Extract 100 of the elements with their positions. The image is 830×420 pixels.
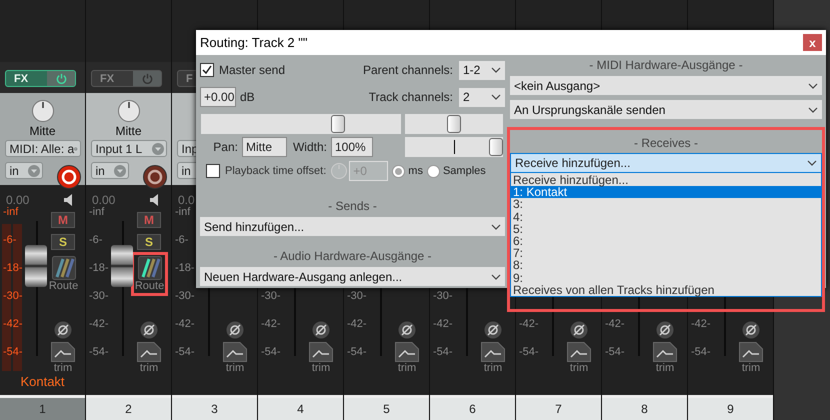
checkbox[interactable] bbox=[200, 63, 214, 77]
dropdown-option[interactable]: 3: bbox=[511, 198, 821, 211]
trim-label: trim bbox=[140, 362, 158, 374]
dropdown-option[interactable]: 9: bbox=[511, 272, 821, 284]
phase-icon[interactable] bbox=[54, 321, 72, 339]
track-number[interactable]: 3 bbox=[172, 395, 257, 420]
scale-label: -54- bbox=[690, 345, 711, 359]
midi-output-dropdown[interactable]: <kein Ausgang> bbox=[510, 76, 822, 95]
scale-label: -42- bbox=[690, 317, 711, 331]
scale-label: -18- bbox=[2, 261, 23, 275]
close-button[interactable]: x bbox=[803, 34, 822, 51]
track-number[interactable]: 9 bbox=[688, 395, 773, 420]
section-heading: - Sends - bbox=[328, 199, 377, 213]
envelope-icon[interactable] bbox=[481, 342, 505, 362]
scale-label: -6- bbox=[174, 233, 188, 247]
caret-icon bbox=[28, 164, 40, 176]
input-dropdown[interactable]: Input 1 L bbox=[90, 140, 166, 157]
envelope-icon[interactable] bbox=[309, 342, 333, 362]
phase-icon[interactable] bbox=[570, 321, 588, 339]
track-number[interactable]: 7 bbox=[516, 395, 601, 420]
receive-dropdown[interactable]: Receive hinzufügen... bbox=[510, 153, 822, 173]
trim-label: trim bbox=[398, 362, 416, 374]
input-dropdown[interactable]: MIDI: Alle: a bbox=[4, 140, 80, 157]
track-number[interactable]: 4 bbox=[258, 395, 343, 420]
track-number[interactable]: 5 bbox=[344, 395, 429, 420]
envelope-icon[interactable] bbox=[653, 342, 677, 362]
fx-button[interactable]: FX bbox=[5, 70, 76, 87]
phase-icon[interactable] bbox=[742, 321, 760, 339]
dropdown-option[interactable]: 5: bbox=[511, 222, 821, 235]
scale-label: -inf bbox=[174, 205, 190, 219]
volume-field[interactable]: +0.00 bbox=[200, 87, 236, 107]
phase-icon[interactable] bbox=[656, 321, 674, 339]
phase-icon[interactable] bbox=[312, 321, 330, 339]
scale-label: -54- bbox=[346, 345, 367, 359]
width-field[interactable]: 100% bbox=[331, 137, 373, 157]
scale-label: -30- bbox=[346, 289, 367, 303]
track-number[interactable]: 8 bbox=[602, 395, 687, 420]
route-button[interactable]: Route bbox=[130, 252, 168, 296]
track-number[interactable]: 1 bbox=[0, 395, 85, 420]
record-arm-button[interactable] bbox=[142, 165, 166, 189]
width-slider[interactable] bbox=[405, 137, 503, 157]
caret-icon bbox=[491, 224, 501, 230]
envelope-icon[interactable] bbox=[223, 342, 247, 362]
dropdown-option[interactable]: 7: bbox=[511, 247, 821, 260]
dropdown-option[interactable]: 6: bbox=[511, 234, 821, 248]
pan-slider[interactable] bbox=[405, 114, 503, 134]
caret-icon bbox=[491, 67, 501, 73]
dropdown-option[interactable]: 4: bbox=[511, 210, 821, 223]
track-channels-dropdown[interactable]: 2 bbox=[459, 88, 505, 106]
volume-slider[interactable] bbox=[201, 114, 401, 134]
envelope-icon[interactable] bbox=[395, 342, 419, 362]
phase-icon[interactable] bbox=[226, 321, 244, 339]
pan-value: Mitte bbox=[115, 124, 142, 138]
scale-label: -6- bbox=[88, 233, 102, 247]
fader-handle[interactable] bbox=[111, 244, 133, 287]
scale-label: -54- bbox=[260, 345, 281, 359]
send-dropdown[interactable]: Send hinzufügen... bbox=[200, 217, 505, 236]
envelope-icon[interactable] bbox=[137, 342, 161, 362]
dropdown-option[interactable]: 8: bbox=[511, 259, 821, 272]
phase-icon[interactable] bbox=[484, 321, 502, 339]
trim-label: trim bbox=[54, 362, 72, 374]
volume-readout: 0.00 bbox=[92, 193, 116, 207]
slider-thumb[interactable] bbox=[447, 115, 461, 133]
dropdown-option[interactable]: 1: Kontakt bbox=[511, 186, 821, 198]
pan-knob[interactable] bbox=[118, 100, 140, 122]
dropdown-option[interactable]: Receives von allen Tracks hinzufügen bbox=[511, 284, 821, 296]
track-number[interactable]: 2 bbox=[86, 395, 171, 420]
section-heading: - MIDI Hardware-Ausgänge - bbox=[589, 58, 743, 72]
solo-button[interactable]: S bbox=[137, 234, 161, 250]
record-arm-button[interactable] bbox=[56, 165, 80, 189]
hardware-output-dropdown[interactable]: Neuen Hardware-Ausgang anlegen... bbox=[200, 267, 505, 286]
midi-channel-dropdown[interactable]: An Ursprungskanäle senden bbox=[510, 100, 822, 119]
slider-thumb[interactable] bbox=[489, 138, 503, 156]
slider-thumb[interactable] bbox=[331, 115, 346, 133]
checkbox-label: Master send bbox=[219, 63, 286, 77]
envelope-icon[interactable] bbox=[567, 342, 591, 362]
pan-knob[interactable] bbox=[32, 100, 54, 122]
mode-dropdown[interactable]: in bbox=[4, 162, 42, 179]
envelope-icon[interactable] bbox=[51, 342, 75, 362]
fader-handle[interactable] bbox=[25, 244, 47, 287]
scale-label: -42- bbox=[260, 317, 281, 331]
volume-readout: 0.00 bbox=[6, 193, 30, 207]
track-number[interactable]: 6 bbox=[430, 395, 515, 420]
power-icon bbox=[142, 73, 152, 84]
phase-icon[interactable] bbox=[398, 321, 416, 339]
envelope-icon[interactable] bbox=[739, 342, 763, 362]
route-button[interactable]: Route bbox=[44, 252, 82, 296]
radio-button[interactable] bbox=[392, 164, 406, 178]
solo-button[interactable]: S bbox=[51, 234, 75, 250]
scale-label: -42- bbox=[2, 317, 23, 331]
scale-label: -42- bbox=[518, 317, 539, 331]
caret-icon bbox=[808, 82, 818, 88]
scale-label: -54- bbox=[604, 345, 625, 359]
dropdown-option[interactable]: Receive hinzufügen... bbox=[511, 174, 821, 186]
parent-channels-dropdown[interactable]: 1-2 bbox=[459, 60, 505, 80]
phase-icon[interactable] bbox=[140, 321, 158, 339]
scale-label: -42- bbox=[88, 317, 109, 331]
pan-field[interactable]: Mitte bbox=[242, 137, 287, 157]
mode-dropdown[interactable]: in bbox=[90, 162, 128, 179]
radio-button[interactable] bbox=[426, 164, 440, 178]
